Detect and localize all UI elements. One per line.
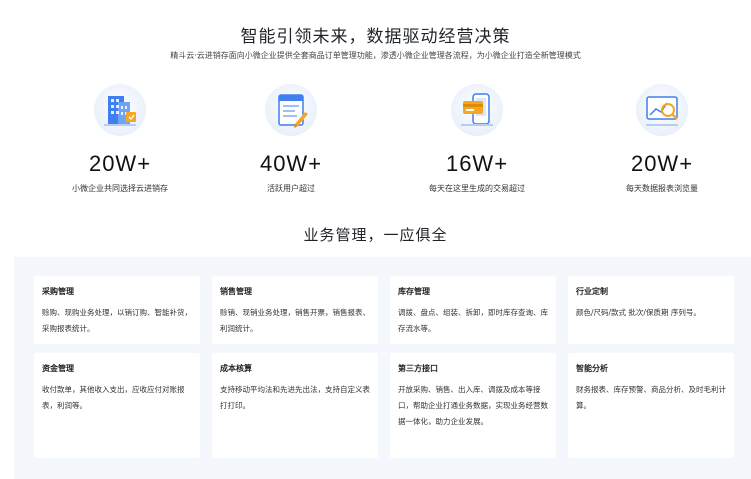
stats-row: 20W+ 小微企业共同选择云进销存 40W+ 活跃用户超过 16W+ 每天在这里… [0,84,751,204]
card-desc: 支持移动平均法和先进先出法，支持自定义表打打印。 [220,385,370,410]
stat-label: 活跃用户超过 [267,184,315,193]
building-icon [94,84,146,136]
feature-card[interactable]: 智能分析 财务报表、库存预警、商品分析、及时毛利计算。 [568,353,734,458]
stat-value: 40W+ [259,151,323,176]
card-title: 成本核算 [220,364,252,373]
card-desc: 收付款单，其他收入支出，应收应付对账报表，利润等。 [42,385,185,410]
card-title: 智能分析 [576,364,608,373]
feature-card[interactable]: 行业定制 颜色/尺码/款式 批次/保质期 序列号。 [568,276,734,344]
card-title: 行业定制 [576,287,608,296]
stat-item: 20W+ 小微企业共同选择云进销存 [28,84,212,194]
card-desc: 赊销、现销业务处理，销售开票，销售报表、利润统计。 [220,308,370,333]
stat-label: 每天在这里生成的交易超过 [429,184,525,193]
feature-card[interactable]: 成本核算 支持移动平均法和先进先出法，支持自定义表打打印。 [212,353,378,458]
stat-item: 40W+ 活跃用户超过 [199,84,383,194]
feature-card[interactable]: 采购管理 赊购、现购业务处理，以销订购、智能补货，采购报表统计。 [34,276,200,344]
features-panel: 采购管理 赊购、现购业务处理，以销订购、智能补货，采购报表统计。 销售管理 赊销… [14,257,751,479]
section-title: 业务管理，一应俱全 [303,226,448,244]
report-chart-icon [636,84,688,136]
hero-title: 智能引领未来，数据驱动经营决策 [240,27,511,47]
card-desc: 颜色/尺码/款式 批次/保质期 序列号。 [576,308,701,317]
card-desc: 开放采购、销售、出入库、调拨及成本等接口，帮助企业打通业务数据，实现业务经营数据… [398,385,548,426]
feature-card[interactable]: 库存管理 调拨、盘点、组装、拆卸，即时库存查询、库存流水等。 [390,276,556,344]
document-edit-icon [265,84,317,136]
card-title: 采购管理 [42,287,74,296]
card-desc: 财务报表、库存预警、商品分析、及时毛利计算。 [576,385,726,410]
card-desc: 赊购、现购业务处理，以销订购、智能补货，采购报表统计。 [42,308,192,333]
feature-card[interactable]: 第三方接口 开放采购、销售、出入库、调拨及成本等接口，帮助企业打通业务数据，实现… [390,353,556,458]
stat-item: 16W+ 每天在这里生成的交易超过 [385,84,569,194]
feature-card[interactable]: 销售管理 赊销、现销业务处理，销售开票，销售报表、利润统计。 [212,276,378,344]
feature-card[interactable]: 资金管理 收付款单，其他收入支出，应收应付对账报表，利润等。 [34,353,200,458]
card-desc: 调拨、盘点、组装、拆卸，即时库存查询、库存流水等。 [398,308,548,333]
stat-label: 每天数据报表浏览量 [626,184,698,193]
stat-value: 20W+ [88,151,152,176]
card-title: 库存管理 [398,287,430,296]
hero-subtitle: 精斗云·云进销存面向小微企业提供全套商品订单管理功能，渗透小微企业管理各流程，为… [170,51,581,60]
stat-value: 16W+ [445,151,509,176]
card-title: 第三方接口 [398,364,438,373]
stat-label: 小微企业共同选择云进销存 [72,184,168,193]
stat-item: 20W+ 每天数据报表浏览量 [570,84,751,194]
mobile-card-icon [451,84,503,136]
card-title: 资金管理 [42,364,74,373]
card-title: 销售管理 [220,287,252,296]
stat-value: 20W+ [630,151,694,176]
